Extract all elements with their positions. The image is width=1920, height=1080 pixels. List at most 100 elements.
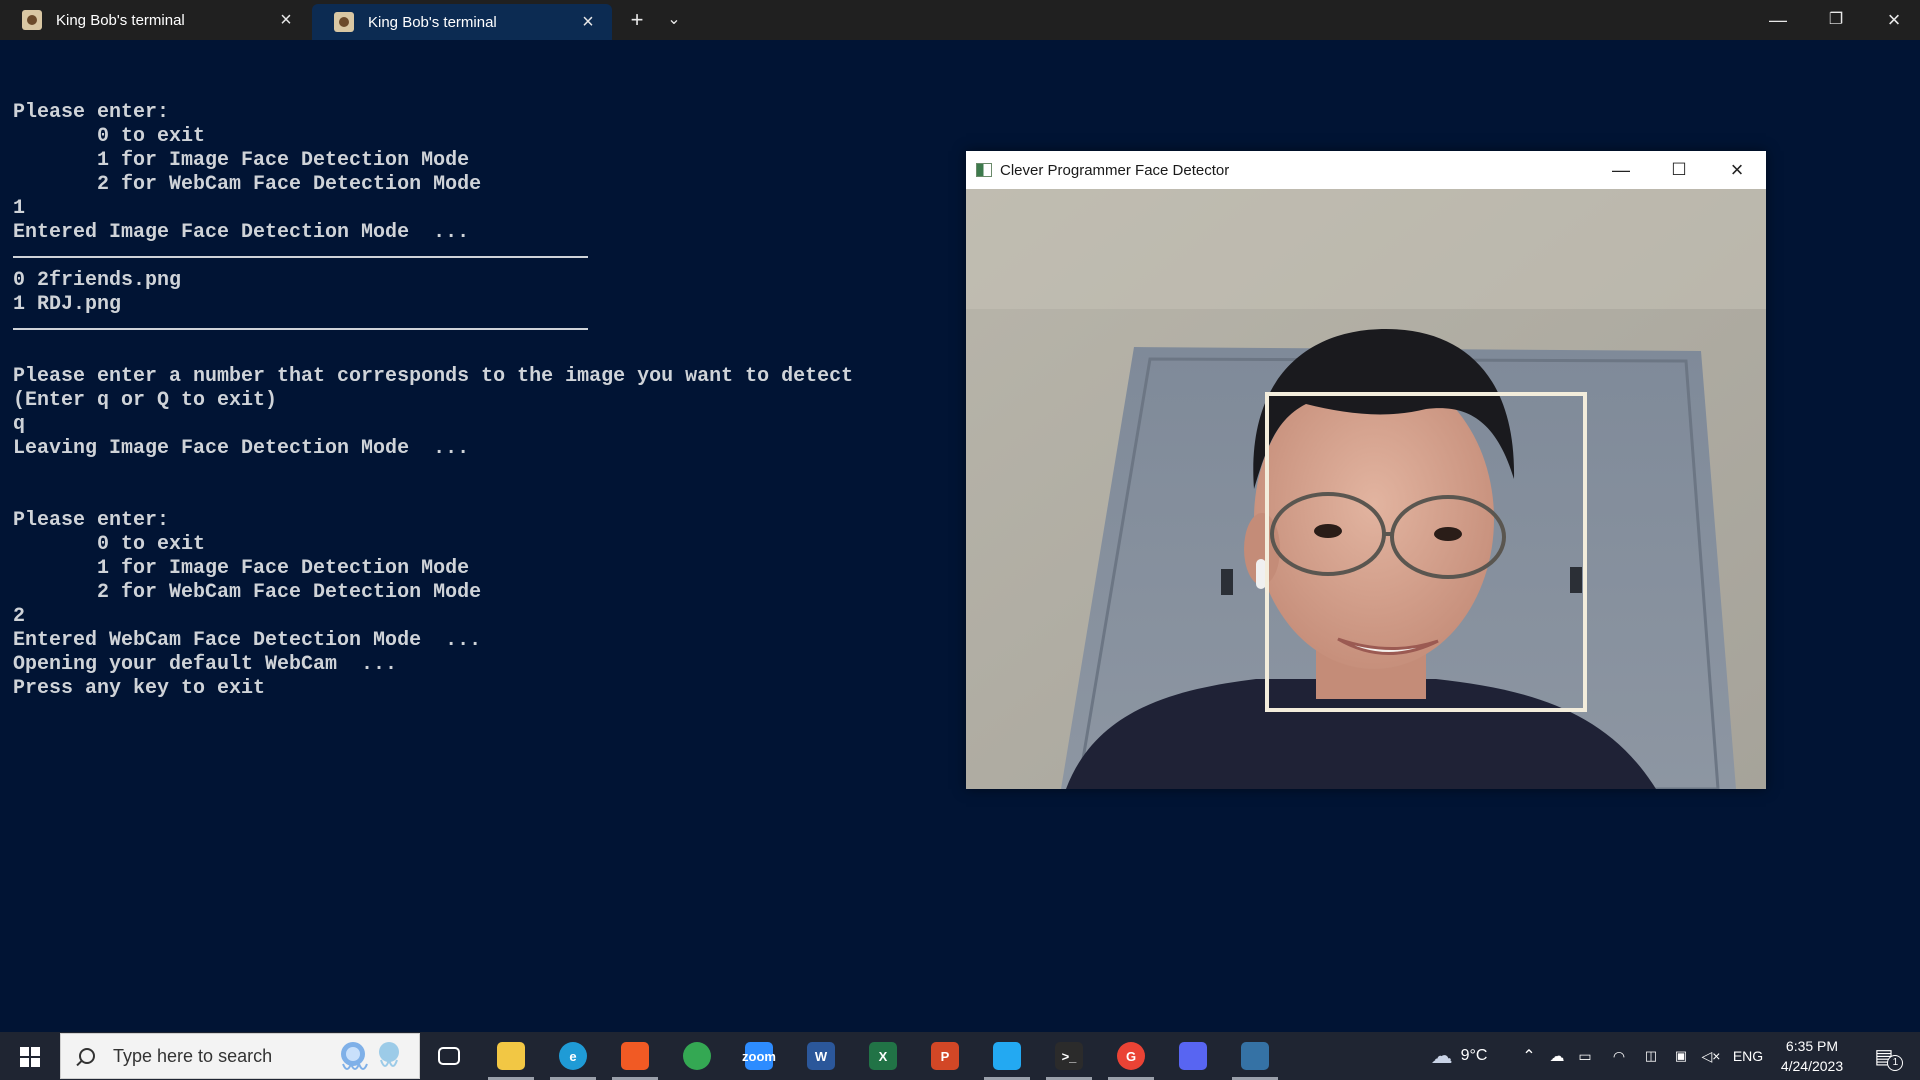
python-icon — [1241, 1042, 1269, 1070]
weather-temperature: 9°C — [1460, 1047, 1488, 1064]
tab-label: King Bob's terminal — [56, 11, 185, 29]
terminal-tab-1[interactable]: King Bob's terminal × — [0, 0, 310, 40]
edge-icon: e — [559, 1042, 587, 1070]
taskbar-file-explorer-button[interactable] — [484, 1032, 538, 1080]
taskbar-chrome-button[interactable] — [670, 1032, 724, 1080]
taskbar-word-button[interactable]: W — [794, 1032, 848, 1080]
terminal-line: Entered WebCam Face Detection Mode ... — [13, 629, 482, 652]
terminal-profile-icon — [334, 12, 354, 32]
search-highlight-icon — [341, 1042, 399, 1070]
search-box[interactable]: Type here to search — [60, 1033, 420, 1079]
excel-icon: X — [869, 1042, 897, 1070]
terminal-line: 1 for Image Face Detection Mode — [13, 557, 470, 580]
search-placeholder: Type here to search — [113, 1045, 273, 1066]
minimize-button[interactable]: — — [1592, 151, 1650, 189]
clock-date: 4/24/2023 — [1780, 1058, 1844, 1074]
start-button[interactable] — [0, 1032, 60, 1080]
close-icon[interactable]: × — [578, 12, 598, 32]
onedrive-icon[interactable]: ☁ — [1544, 1032, 1570, 1080]
display-icon[interactable]: ▣ — [1668, 1032, 1694, 1080]
taskbar-brave-button[interactable] — [608, 1032, 662, 1080]
separator-line — [13, 317, 588, 341]
face-detector-titlebar[interactable]: Clever Programmer Face Detector — ☐ × — [966, 151, 1766, 189]
close-window-button[interactable]: × — [1708, 151, 1766, 189]
terminal-line: (Enter q or Q to exit) — [13, 389, 278, 412]
weather-widget[interactable]: ☁ 9°C — [1420, 1032, 1498, 1080]
discord-icon — [1179, 1042, 1207, 1070]
face-detector-window[interactable]: Clever Programmer Face Detector — ☐ × — [966, 151, 1766, 789]
maximize-button[interactable]: ☐ — [1650, 151, 1708, 189]
terminal-line: Please enter: — [13, 101, 170, 124]
chrome-profile-icon: G — [1117, 1042, 1145, 1070]
taskbar-edge-button[interactable]: e — [546, 1032, 600, 1080]
powerpoint-icon: P — [931, 1042, 959, 1070]
taskbar-chrome-profile-button[interactable]: G — [1104, 1032, 1158, 1080]
wifi-icon[interactable]: ◠ — [1606, 1032, 1632, 1080]
taskbar-zoom-button[interactable]: zoom — [732, 1032, 786, 1080]
cloud-icon: ☁ — [1430, 1043, 1453, 1068]
close-icon[interactable]: × — [276, 10, 296, 30]
terminal-line: q — [13, 413, 26, 436]
terminal-line: 2 — [13, 605, 26, 628]
meet-now-icon[interactable]: ◫ — [1638, 1032, 1664, 1080]
terminal-line: 1 — [13, 197, 26, 220]
terminal-line: 0 2friends.png — [13, 269, 182, 292]
taskbar: Type here to search e zoom W X P >_ G ☁ 9°C ⌃ … — [0, 1032, 1920, 1080]
window-title: Clever Programmer Face Detector — [1000, 161, 1230, 179]
terminal-line: 0 to exit — [13, 125, 206, 148]
terminal-line: Please enter: — [13, 509, 170, 532]
terminal-line: 0 to exit — [13, 533, 206, 556]
terminal-icon: >_ — [1055, 1042, 1083, 1070]
terminal-output[interactable]: Please enter: 0 to exit 1 for Image Face… — [13, 77, 853, 701]
vscode-icon — [993, 1042, 1021, 1070]
webcam-frame-image — [966, 189, 1766, 789]
tab-dropdown-button[interactable]: ⌄ — [661, 8, 687, 32]
brave-icon — [621, 1042, 649, 1070]
word-icon: W — [807, 1042, 835, 1070]
task-view-icon — [438, 1047, 460, 1065]
minimize-button[interactable]: — — [1749, 0, 1807, 40]
terminal-line: 1 RDJ.png — [13, 293, 122, 316]
chevron-up-icon[interactable]: ⌃ — [1516, 1032, 1542, 1080]
windows-logo-icon — [20, 1047, 40, 1067]
taskbar-powerpoint-button[interactable]: P — [918, 1032, 972, 1080]
terminal-tab-2[interactable]: King Bob's terminal × — [312, 4, 612, 40]
battery-icon[interactable]: ▭ — [1572, 1032, 1598, 1080]
terminal-line: 2 for WebCam Face Detection Mode — [13, 581, 482, 604]
new-tab-button[interactable]: + — [624, 8, 650, 32]
language-indicator[interactable]: ENG — [1728, 1032, 1768, 1080]
tab-label: King Bob's terminal — [368, 13, 497, 31]
clock-time: 6:35 PM — [1785, 1038, 1839, 1054]
taskbar-discord-button[interactable] — [1166, 1032, 1220, 1080]
terminal-line: Entered Image Face Detection Mode ... — [13, 221, 470, 244]
search-icon — [79, 1048, 95, 1064]
terminal-line: Opening your default WebCam ... — [13, 653, 398, 676]
clock[interactable]: 6:35 PM 4/24/2023 — [1764, 1036, 1860, 1076]
webcam-feed — [966, 189, 1766, 789]
restore-button[interactable]: ❐ — [1807, 0, 1865, 40]
terminal-line: Press any key to exit — [13, 677, 266, 700]
taskbar-vscode-button[interactable] — [980, 1032, 1034, 1080]
taskbar-excel-button[interactable]: X — [856, 1032, 910, 1080]
file-explorer-icon — [497, 1042, 525, 1070]
terminal-line: 2 for WebCam Face Detection Mode — [13, 173, 482, 196]
close-window-button[interactable]: × — [1865, 0, 1920, 40]
taskbar-python-button[interactable] — [1228, 1032, 1282, 1080]
taskbar-terminal-button[interactable]: >_ — [1042, 1032, 1096, 1080]
notification-center-button[interactable]: ▤ 1 — [1864, 1032, 1914, 1080]
separator-line — [13, 245, 588, 269]
terminal-line: 1 for Image Face Detection Mode — [13, 149, 470, 172]
terminal-line: Leaving Image Face Detection Mode ... — [13, 437, 470, 460]
app-icon — [976, 163, 992, 177]
muted-volume-icon[interactable]: ◁× — [1698, 1032, 1724, 1080]
taskbar-task-view-button[interactable] — [422, 1032, 476, 1080]
zoom-icon: zoom — [742, 1042, 776, 1070]
terminal-tab-bar: King Bob's terminal × King Bob's termina… — [0, 0, 1920, 40]
chrome-icon — [683, 1042, 711, 1070]
terminal-profile-icon — [22, 10, 42, 30]
notification-count: 1 — [1887, 1055, 1904, 1071]
terminal-line: Please enter a number that corresponds t… — [13, 365, 854, 388]
